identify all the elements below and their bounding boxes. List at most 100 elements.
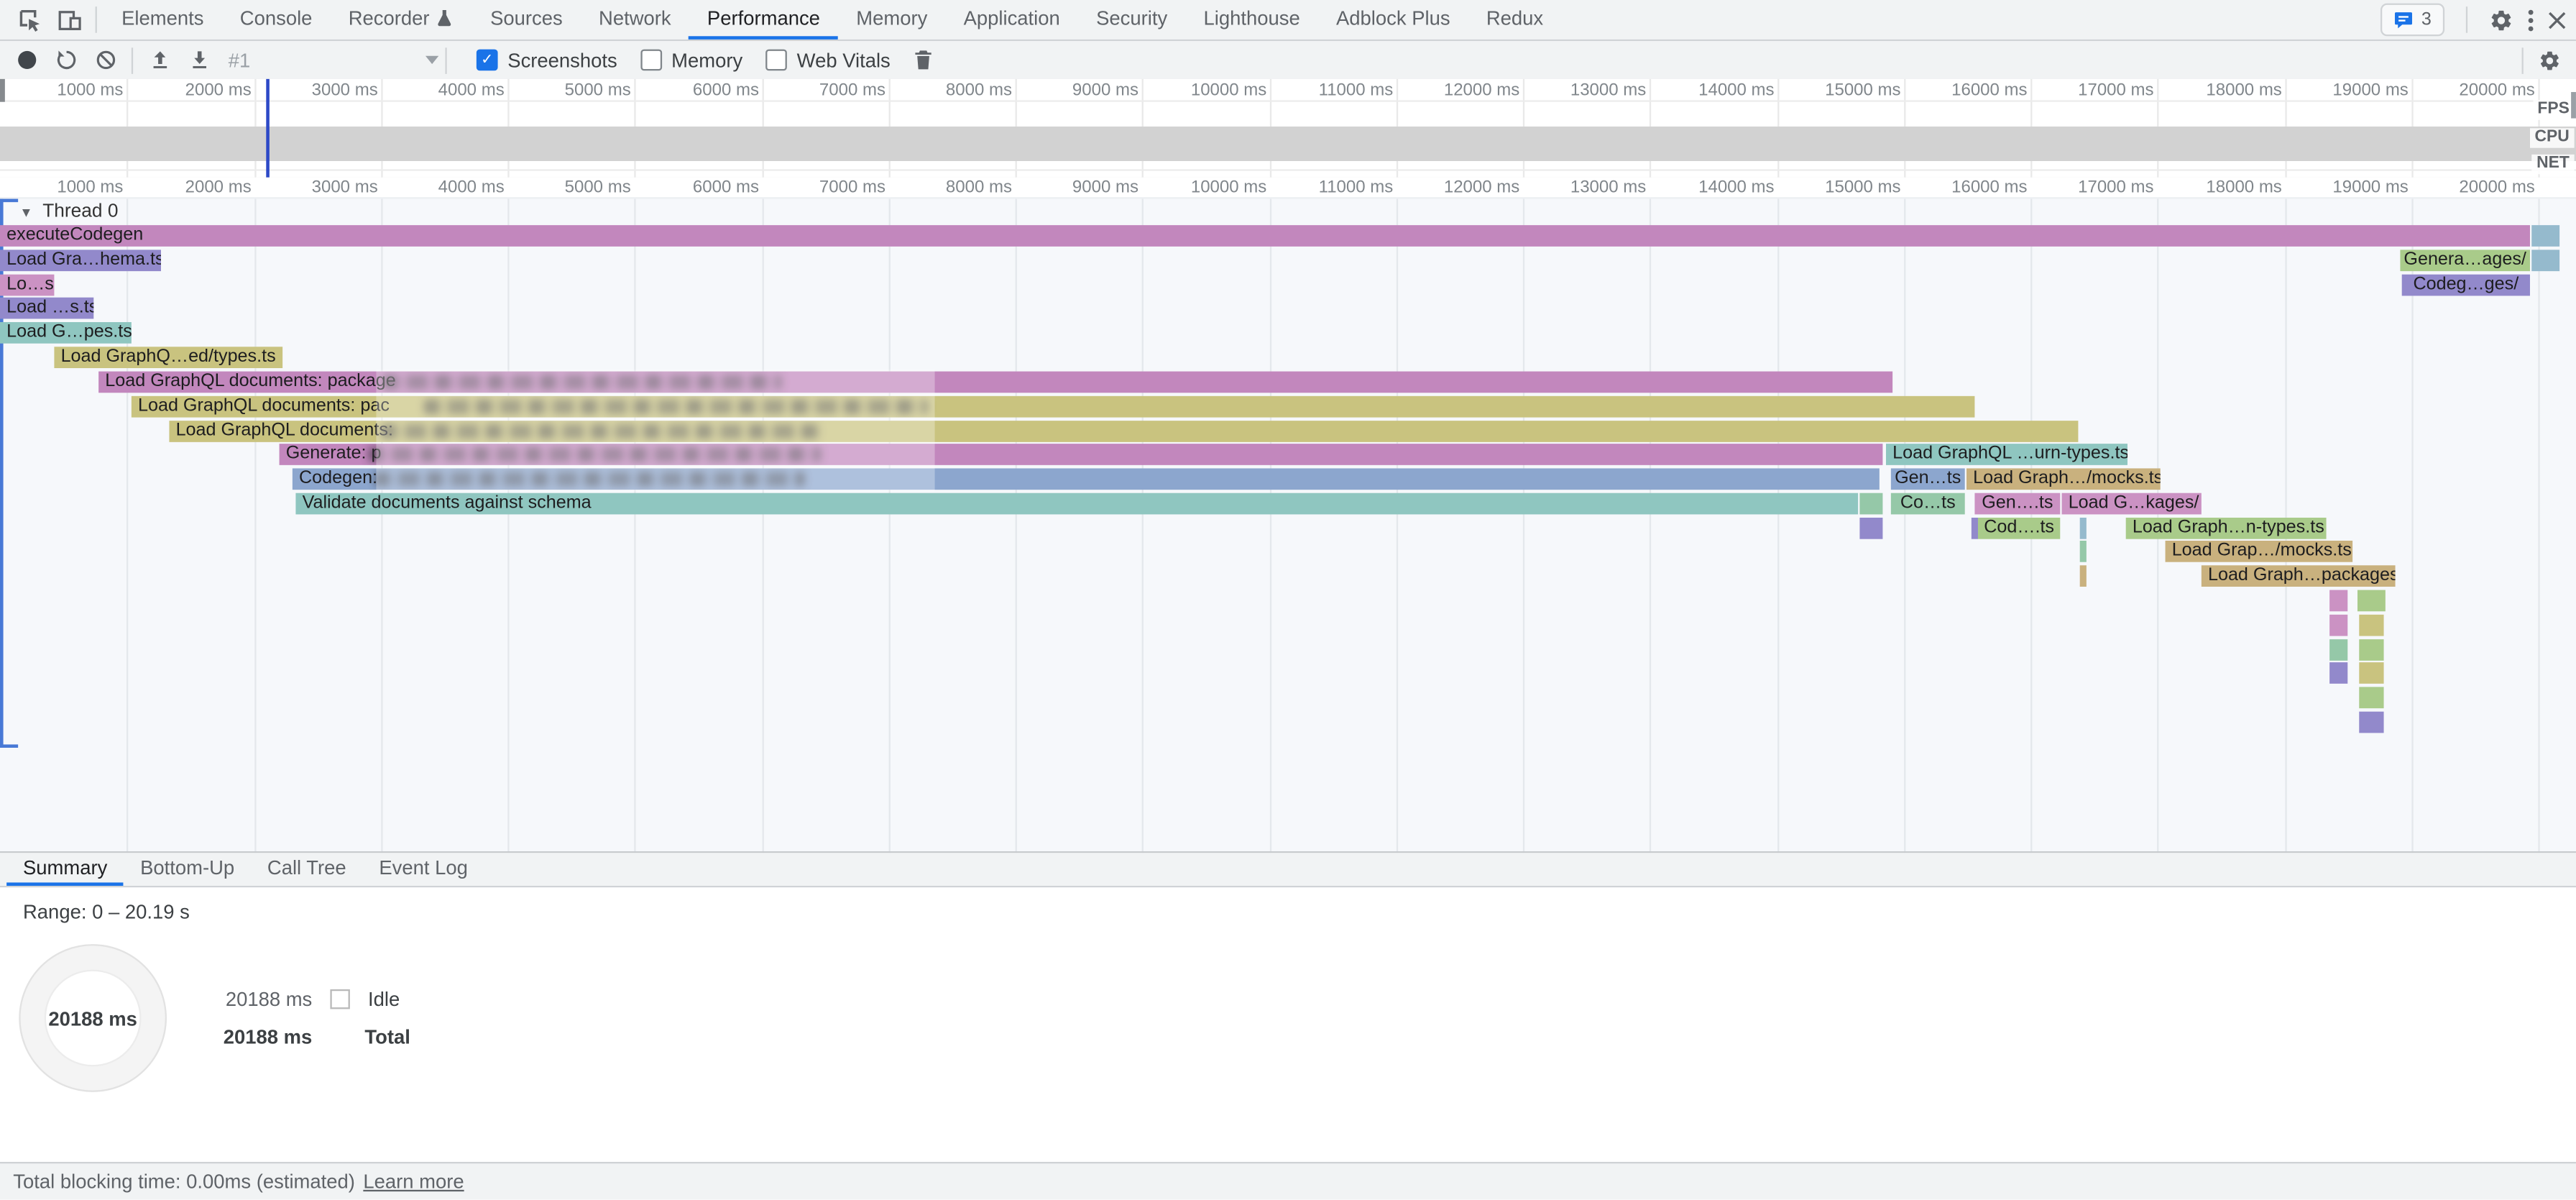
flame-bar[interactable] bbox=[1859, 518, 1882, 539]
more-options-button[interactable] bbox=[2529, 9, 2534, 31]
tab-lighthouse[interactable]: Lighthouse bbox=[1185, 0, 1317, 40]
tab-security[interactable]: Security bbox=[1078, 0, 1185, 40]
flame-bar[interactable] bbox=[2080, 541, 2087, 562]
flame-bar[interactable]: Load Graph…packages/ bbox=[2202, 565, 2396, 587]
flame-bar[interactable] bbox=[2531, 249, 2559, 271]
block-icon bbox=[94, 50, 116, 71]
issues-badge-button[interactable]: 3 bbox=[2380, 4, 2444, 37]
tab-application[interactable]: Application bbox=[945, 0, 1077, 40]
load-profile-button[interactable] bbox=[179, 42, 218, 78]
flame-bar[interactable]: Load GraphQL …urn-types.ts bbox=[1886, 444, 2128, 465]
tab-console[interactable]: Console bbox=[222, 0, 331, 40]
tab-label: Adblock Plus bbox=[1336, 6, 1450, 29]
flame-bar[interactable]: Load Grap…/mocks.ts bbox=[2166, 541, 2353, 562]
overview-playhead[interactable] bbox=[266, 79, 270, 178]
close-devtools-button[interactable] bbox=[2548, 11, 2566, 29]
gear-icon bbox=[2538, 48, 2561, 71]
flame-bar[interactable]: Load …s.ts bbox=[0, 298, 93, 319]
clear-button[interactable] bbox=[86, 42, 125, 78]
learn-more-link[interactable]: Learn more bbox=[363, 1170, 464, 1193]
flame-bar[interactable] bbox=[2080, 565, 2087, 587]
capture-settings-button[interactable] bbox=[2530, 42, 2570, 78]
checkbox-label: Screenshots bbox=[507, 48, 617, 71]
tab-elements[interactable]: Elements bbox=[104, 0, 222, 40]
tab-sources[interactable]: Sources bbox=[472, 0, 581, 40]
flame-bar[interactable]: Co…ts bbox=[1891, 493, 1965, 515]
flame-bar[interactable]: Load GraphQ…ed/types.ts bbox=[54, 347, 282, 368]
ruler-tick-label: 15000 ms bbox=[1802, 81, 1900, 100]
inspect-element-button[interactable] bbox=[10, 0, 50, 40]
details-tab-bottom-up[interactable]: Bottom-Up bbox=[124, 853, 251, 886]
flame-bar[interactable]: Cod….ts bbox=[1978, 518, 2060, 539]
toggle-device-toolbar-button[interactable] bbox=[50, 0, 89, 40]
overview-right-handle[interactable] bbox=[2571, 92, 2576, 119]
flame-bar[interactable] bbox=[2358, 590, 2386, 612]
flame-bar[interactable] bbox=[2329, 590, 2347, 612]
flame-bar[interactable]: Lo…s bbox=[0, 275, 54, 296]
checkbox-web-vitals[interactable]: Web Vitals bbox=[765, 48, 891, 71]
tab-memory[interactable]: Memory bbox=[838, 0, 945, 40]
flame-bar[interactable] bbox=[2359, 712, 2383, 733]
history-dropdown[interactable]: #1 bbox=[229, 48, 439, 71]
details-tab-event-log[interactable]: Event Log bbox=[363, 853, 484, 886]
checkbox-box[interactable] bbox=[765, 50, 787, 71]
timeline-overview[interactable]: 1000 ms2000 ms3000 ms4000 ms5000 ms6000 … bbox=[0, 79, 2576, 179]
status-footer: Total blocking time: 0.00ms (estimated) … bbox=[0, 1162, 2576, 1200]
ruler-tick-label: 11000 ms bbox=[1294, 178, 1393, 197]
checkbox-memory[interactable]: Memory bbox=[640, 48, 742, 71]
details-tabbar: SummaryBottom-UpCall TreeEvent Log bbox=[0, 853, 2576, 887]
details-tab-summary[interactable]: Summary bbox=[6, 853, 124, 886]
toolbar-separator bbox=[2466, 6, 2467, 33]
reload-and-record-button[interactable] bbox=[46, 42, 86, 78]
legend-row-idle: 20188 msIdle bbox=[0, 988, 400, 1011]
flame-bar[interactable]: Load G…pes.ts bbox=[0, 322, 132, 344]
flame-bar[interactable]: Genera…ages/ bbox=[2400, 249, 2530, 271]
flame-bar[interactable]: Load Graph…n-types.ts bbox=[2126, 518, 2327, 539]
lane-label-net: NET bbox=[2531, 155, 2574, 174]
record-button[interactable] bbox=[6, 42, 46, 78]
flame-bar[interactable]: Gen…ts bbox=[1891, 468, 1965, 490]
ruler-tick-label: 14000 ms bbox=[1675, 178, 1774, 197]
tab-label: Security bbox=[1096, 6, 1167, 29]
tab-adblock-plus[interactable]: Adblock Plus bbox=[1318, 0, 1468, 40]
flame-bar[interactable] bbox=[1972, 518, 1978, 539]
ruler-tick-label: 19000 ms bbox=[2310, 178, 2409, 197]
flame-bar[interactable] bbox=[2359, 639, 2383, 661]
flame-bar[interactable] bbox=[2359, 615, 2383, 636]
flame-bar[interactable]: Load GraphQL documents: package bbox=[98, 372, 1892, 393]
legend-value: 20188 ms bbox=[0, 1025, 312, 1048]
checkbox-screenshots[interactable]: ✓ Screenshots bbox=[477, 48, 617, 71]
save-profile-button[interactable] bbox=[139, 42, 179, 78]
tab-performance[interactable]: Performance bbox=[689, 0, 838, 40]
tab-recorder[interactable]: Recorder bbox=[331, 0, 472, 40]
thread-header[interactable]: ▼ Thread 0 bbox=[19, 202, 118, 221]
settings-button[interactable] bbox=[2489, 7, 2513, 32]
flame-bar[interactable] bbox=[2329, 639, 2347, 661]
flame-bar[interactable] bbox=[1859, 493, 1882, 515]
flame-bar[interactable]: Load Graph…/mocks.ts bbox=[1966, 468, 2161, 490]
flame-chart[interactable]: ▼ Thread 0 executeCodegenLoad Gra…hema.t… bbox=[0, 197, 2576, 853]
ruler-tick-label: 10000 ms bbox=[1168, 178, 1266, 197]
flame-bar[interactable]: Load Gra…hema.ts bbox=[0, 249, 161, 271]
collect-garbage-button[interactable] bbox=[903, 42, 943, 78]
lane-label-fps: FPS bbox=[2533, 100, 2575, 119]
tab-redux[interactable]: Redux bbox=[1468, 0, 1562, 40]
tab-network[interactable]: Network bbox=[581, 0, 689, 40]
flame-bar[interactable] bbox=[2329, 615, 2347, 636]
checkbox-box[interactable] bbox=[640, 50, 662, 71]
flame-bar[interactable]: Gen….ts bbox=[1974, 493, 2060, 515]
flame-bar[interactable] bbox=[2080, 518, 2087, 539]
details-tab-call-tree[interactable]: Call Tree bbox=[251, 853, 362, 886]
checkbox-box[interactable]: ✓ bbox=[477, 50, 498, 71]
flame-bar[interactable] bbox=[2531, 225, 2559, 247]
flask-icon bbox=[436, 8, 454, 27]
flame-bar[interactable]: Codeg…ges/ bbox=[2402, 275, 2530, 296]
ruler-tick-label: 5000 ms bbox=[533, 178, 631, 197]
flame-bar[interactable]: Load G…kages/ bbox=[2062, 493, 2202, 515]
flame-bar[interactable] bbox=[2359, 687, 2383, 708]
flame-bar[interactable] bbox=[2329, 662, 2347, 684]
overview-left-handle[interactable] bbox=[0, 79, 5, 102]
flame-bar[interactable] bbox=[2359, 662, 2383, 684]
flame-bar[interactable]: Validate documents against schema bbox=[295, 493, 1858, 515]
flame-bar[interactable]: executeCodegen bbox=[0, 225, 2530, 247]
